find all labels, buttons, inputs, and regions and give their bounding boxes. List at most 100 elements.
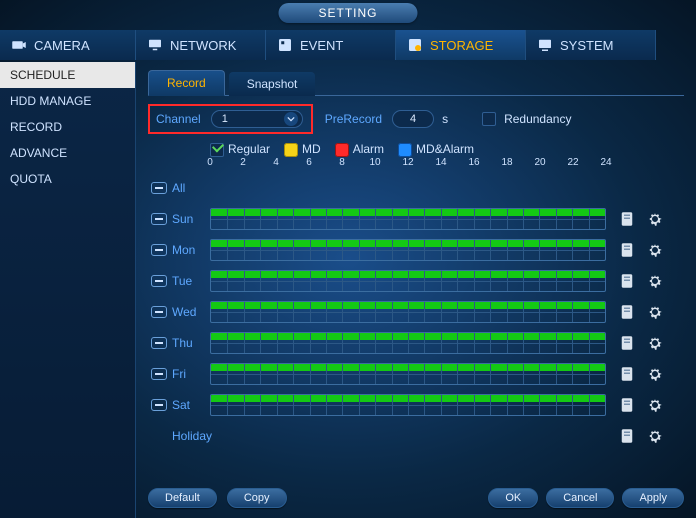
timeline-grid[interactable]	[210, 332, 606, 354]
day-all[interactable]: All	[170, 181, 210, 195]
row-holiday: Holiday	[148, 421, 684, 452]
schedule-row: Wed	[148, 297, 684, 328]
timeline-tick: 20	[534, 157, 545, 168]
sub-tab-record[interactable]: Record	[148, 70, 225, 96]
sidebar-item-hdd-manage[interactable]: HDD MANAGE	[0, 88, 135, 114]
channel-select[interactable]: 1	[211, 110, 303, 128]
timeline-tick: 6	[306, 157, 312, 168]
collapse-icon[interactable]	[151, 182, 167, 194]
sidebar: SCHEDULE HDD MANAGE RECORD ADVANCE QUOTA	[0, 62, 136, 518]
legend-mdalarm: MD&Alarm	[398, 142, 474, 157]
edit-icon[interactable]	[618, 210, 636, 228]
timeline-tick: 18	[501, 157, 512, 168]
edit-icon[interactable]	[618, 303, 636, 321]
day-label[interactable]: Tue	[170, 274, 210, 288]
tab-label: EVENT	[300, 38, 343, 53]
gear-icon[interactable]	[646, 334, 664, 352]
collapse-icon[interactable]	[151, 337, 167, 349]
gear-icon[interactable]	[646, 303, 664, 321]
gear-icon[interactable]	[646, 272, 664, 290]
tab-storage[interactable]: STORAGE	[396, 30, 526, 60]
timeline-tick: 14	[435, 157, 446, 168]
sidebar-item-schedule[interactable]: SCHEDULE	[0, 62, 135, 88]
tab-network[interactable]: NETWORK	[136, 30, 266, 60]
tab-event[interactable]: EVENT	[266, 30, 396, 60]
content-area: Record Snapshot Channel 1 PreRecord 4 s …	[136, 62, 696, 518]
copy-button[interactable]: Copy	[227, 488, 287, 508]
edit-icon[interactable]	[618, 365, 636, 383]
tab-label: SYSTEM	[560, 38, 613, 53]
edit-icon[interactable]	[618, 396, 636, 414]
schedule-row: Thu	[148, 328, 684, 359]
collapse-icon[interactable]	[151, 306, 167, 318]
edit-icon[interactable]	[618, 241, 636, 259]
prerecord-label: PreRecord	[325, 112, 382, 126]
collapse-icon[interactable]	[151, 244, 167, 256]
mdalarm-swatch[interactable]	[398, 143, 412, 157]
schedule-row: Sun	[148, 204, 684, 235]
options-row: Channel 1 PreRecord 4 s Redundancy	[148, 96, 684, 140]
edit-icon[interactable]	[618, 272, 636, 290]
chevron-down-icon	[284, 112, 298, 126]
schedule-row: Tue	[148, 266, 684, 297]
ok-button[interactable]: OK	[488, 488, 538, 508]
timeline-grid[interactable]	[210, 301, 606, 323]
day-label[interactable]: Thu	[170, 336, 210, 350]
legend-regular-check[interactable]	[210, 143, 224, 157]
sub-tab-snapshot[interactable]: Snapshot	[229, 72, 316, 96]
edit-icon[interactable]	[618, 427, 636, 445]
timeline-header: 024681012141618202224	[210, 157, 684, 171]
day-label[interactable]: Wed	[170, 305, 210, 319]
legend-alarm: Alarm	[335, 142, 384, 157]
button-bar: Default Copy OK Cancel Apply	[148, 488, 684, 508]
timeline-grid[interactable]	[210, 239, 606, 261]
redundancy-checkbox[interactable]	[482, 112, 496, 126]
timeline-tick: 10	[369, 157, 380, 168]
edit-icon[interactable]	[618, 334, 636, 352]
default-button[interactable]: Default	[148, 488, 217, 508]
day-label[interactable]: Fri	[170, 367, 210, 381]
gear-icon[interactable]	[646, 427, 664, 445]
gear-icon[interactable]	[646, 365, 664, 383]
collapse-icon[interactable]	[151, 213, 167, 225]
channel-value: 1	[222, 113, 228, 125]
timeline-tick: 8	[339, 157, 345, 168]
schedule-row: Fri	[148, 359, 684, 390]
storage-icon	[406, 37, 424, 53]
gear-icon[interactable]	[646, 396, 664, 414]
cancel-button[interactable]: Cancel	[546, 488, 614, 508]
schedule-row: Sat	[148, 390, 684, 421]
sidebar-item-record[interactable]: RECORD	[0, 114, 135, 140]
legend: Regular MD Alarm MD&Alarm	[210, 142, 684, 157]
sidebar-item-quota[interactable]: QUOTA	[0, 166, 135, 192]
timeline-grid[interactable]	[210, 208, 606, 230]
channel-highlight: Channel 1	[148, 104, 313, 134]
day-label[interactable]: Sat	[170, 398, 210, 412]
collapse-icon[interactable]	[151, 399, 167, 411]
timeline-grid[interactable]	[210, 394, 606, 416]
main-tab-bar: CAMERA NETWORK EVENT STORAGE SYSTEM	[0, 30, 696, 60]
timeline-grid[interactable]	[210, 270, 606, 292]
camera-icon	[10, 37, 28, 53]
day-label[interactable]: Mon	[170, 243, 210, 257]
md-swatch[interactable]	[284, 143, 298, 157]
network-icon	[146, 37, 164, 53]
tab-system[interactable]: SYSTEM	[526, 30, 656, 60]
prerecord-input[interactable]: 4	[392, 110, 434, 128]
gear-icon[interactable]	[646, 241, 664, 259]
alarm-swatch[interactable]	[335, 143, 349, 157]
day-holiday[interactable]: Holiday	[170, 429, 226, 443]
timeline-grid[interactable]	[210, 363, 606, 385]
redundancy-label: Redundancy	[504, 112, 571, 126]
gear-icon[interactable]	[646, 210, 664, 228]
legend-md: MD	[284, 142, 321, 157]
collapse-icon[interactable]	[151, 275, 167, 287]
collapse-icon[interactable]	[151, 368, 167, 380]
timeline-tick: 16	[468, 157, 479, 168]
sidebar-item-advance[interactable]: ADVANCE	[0, 140, 135, 166]
apply-button[interactable]: Apply	[622, 488, 684, 508]
timeline-tick: 12	[402, 157, 413, 168]
day-label[interactable]: Sun	[170, 212, 210, 226]
tab-camera[interactable]: CAMERA	[0, 30, 136, 60]
timeline-tick: 0	[207, 157, 213, 168]
